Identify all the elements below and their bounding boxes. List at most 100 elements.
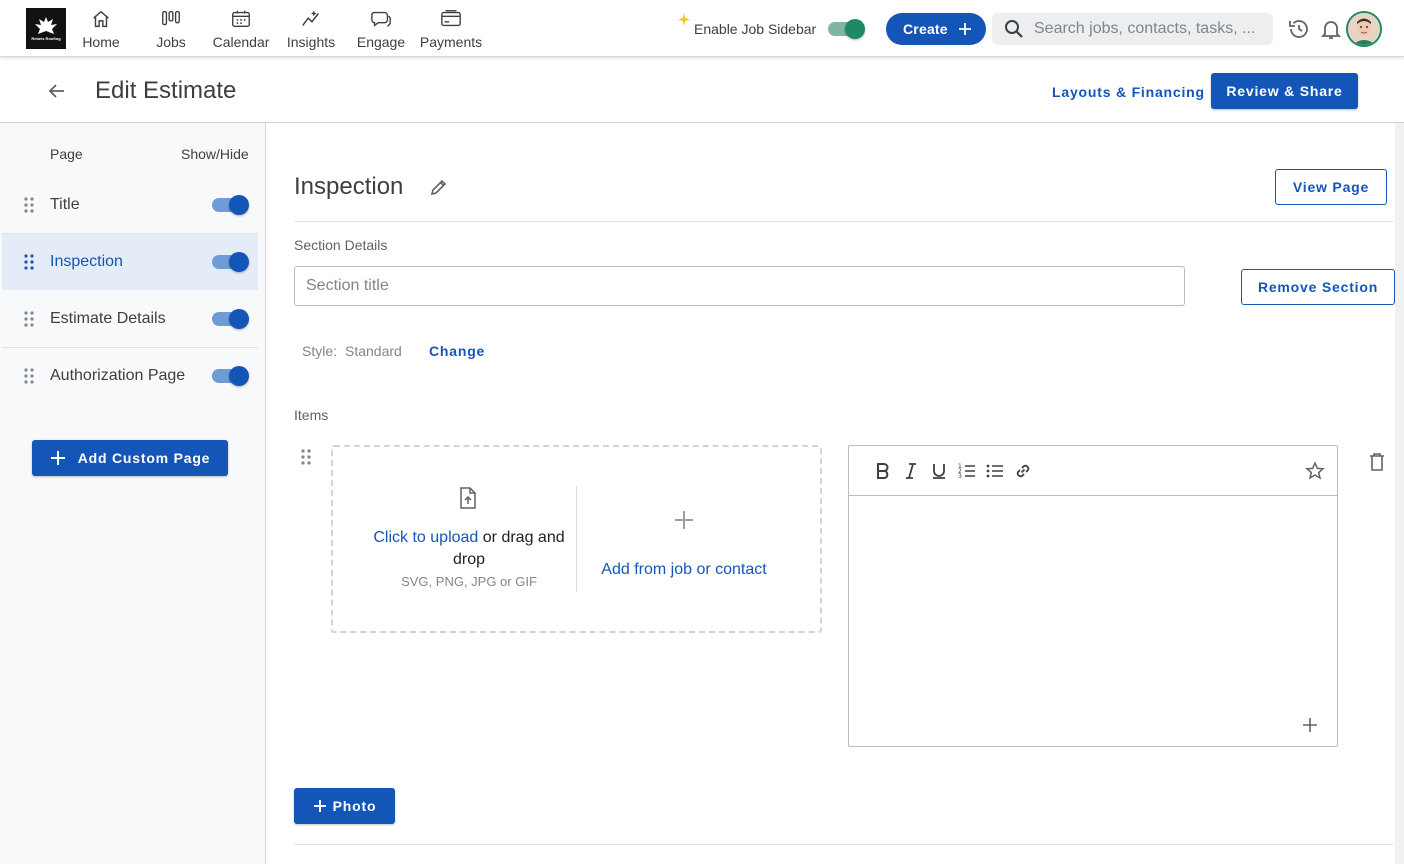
click-to-upload-link[interactable]: Click to upload bbox=[373, 529, 478, 546]
nav-jobs[interactable]: Jobs bbox=[152, 8, 190, 52]
page-row-label: Authorization Page bbox=[50, 367, 186, 384]
company-logo[interactable]: Rebels Roofing bbox=[26, 8, 66, 49]
page-row-label: Inspection bbox=[50, 253, 123, 270]
toggle-knob bbox=[229, 252, 249, 272]
add-photo-button[interactable]: Photo bbox=[294, 788, 395, 824]
section-title-input[interactable] bbox=[294, 266, 1185, 306]
page-row-label: Title bbox=[50, 196, 80, 213]
drag-handle-icon[interactable] bbox=[24, 311, 34, 327]
numbered-list-icon[interactable]: 123 bbox=[958, 462, 976, 480]
trash-icon[interactable] bbox=[1368, 452, 1386, 472]
page-row-label: Estimate Details bbox=[50, 310, 166, 327]
upload-instructions-text: drop bbox=[452, 551, 486, 568]
page-column-header: Page bbox=[50, 146, 83, 162]
upload-instructions-text: or drag and bbox=[478, 529, 565, 546]
section-title: Inspection bbox=[294, 173, 404, 200]
job-sidebar-label: Enable Job Sidebar bbox=[694, 21, 817, 37]
calendar-icon bbox=[232, 10, 250, 28]
create-label: Create bbox=[903, 21, 948, 37]
layouts-financing-button[interactable]: Layouts & Financing bbox=[1052, 84, 1205, 100]
plus-icon[interactable] bbox=[673, 509, 695, 531]
add-custom-page-label: Add Custom Page bbox=[77, 450, 211, 466]
page-row-authorization[interactable]: Authorization Page bbox=[2, 348, 258, 404]
view-page-button[interactable]: View Page bbox=[1275, 169, 1387, 205]
divider bbox=[294, 844, 1394, 845]
show-hide-column-header: Show/Hide bbox=[181, 146, 249, 162]
style-value: Standard bbox=[345, 343, 402, 359]
bullet-list-icon[interactable] bbox=[986, 462, 1004, 480]
history-icon[interactable] bbox=[1287, 17, 1311, 41]
user-avatar[interactable] bbox=[1346, 11, 1382, 47]
sparkle-icon bbox=[678, 13, 690, 26]
nav-insights-label: Insights bbox=[286, 34, 336, 50]
avatar-face-icon bbox=[1348, 13, 1380, 45]
toggle-knob bbox=[845, 19, 865, 39]
page-visibility-toggle[interactable] bbox=[210, 309, 250, 329]
nav-payments[interactable]: Payments bbox=[418, 8, 484, 52]
page-visibility-toggle[interactable] bbox=[210, 366, 250, 386]
page-visibility-toggle[interactable] bbox=[210, 195, 250, 215]
drag-handle-icon[interactable] bbox=[24, 197, 34, 213]
add-photo-label: Photo bbox=[332, 798, 377, 814]
plus-icon[interactable] bbox=[1302, 717, 1318, 733]
toggle-knob bbox=[229, 309, 249, 329]
plus-icon bbox=[958, 23, 971, 35]
bold-icon[interactable] bbox=[875, 462, 891, 480]
page-title: Edit Estimate bbox=[95, 77, 237, 104]
engage-icon bbox=[371, 11, 391, 27]
drag-handle-icon[interactable] bbox=[24, 368, 34, 384]
page-row-title[interactable]: Title bbox=[2, 177, 258, 233]
payments-icon bbox=[441, 10, 461, 27]
nav-jobs-label: Jobs bbox=[156, 34, 186, 50]
nav-home-label: Home bbox=[82, 34, 120, 50]
logo-text: Rebels Roofing bbox=[31, 36, 61, 41]
page-row-inspection[interactable]: Inspection bbox=[2, 234, 258, 290]
search-icon bbox=[1005, 20, 1023, 38]
star-icon[interactable] bbox=[1305, 461, 1325, 481]
underline-icon[interactable] bbox=[931, 462, 947, 480]
plus-icon bbox=[313, 800, 326, 812]
page-row-estimate-details[interactable]: Estimate Details bbox=[2, 291, 258, 347]
create-button[interactable]: Create bbox=[886, 13, 986, 45]
toggle-knob bbox=[229, 195, 249, 215]
nav-home[interactable]: Home bbox=[82, 8, 120, 52]
nav-calendar-label: Calendar bbox=[212, 34, 270, 50]
change-style-button[interactable]: Change bbox=[429, 343, 485, 359]
job-sidebar-toggle[interactable] bbox=[826, 19, 866, 39]
home-icon bbox=[93, 10, 109, 28]
main-scrollbar[interactable] bbox=[1395, 123, 1404, 864]
drag-handle-icon[interactable] bbox=[301, 449, 311, 465]
divider bbox=[576, 486, 577, 592]
upload-formats: SVG, PNG, JPG or GIF bbox=[401, 574, 537, 589]
pencil-icon[interactable] bbox=[429, 177, 449, 197]
add-from-job-contact-link[interactable]: Add from job or contact bbox=[590, 561, 778, 579]
italic-icon[interactable] bbox=[904, 462, 918, 480]
section-details-label: Section Details bbox=[294, 237, 388, 253]
nav-engage-label: Engage bbox=[356, 34, 406, 50]
nav-payments-label: Payments bbox=[419, 34, 483, 50]
global-search[interactable]: Search jobs, contacts, tasks, ... bbox=[992, 13, 1273, 45]
rich-text-editor[interactable]: 123 bbox=[848, 445, 1338, 747]
top-nav: Rebels Roofing Home Jobs Calendar Insigh… bbox=[0, 0, 1404, 57]
nav-calendar[interactable]: Calendar bbox=[212, 8, 270, 52]
svg-text:3: 3 bbox=[958, 473, 962, 480]
link-icon[interactable] bbox=[1014, 462, 1032, 480]
nav-insights[interactable]: Insights bbox=[284, 8, 338, 52]
add-custom-page-button[interactable]: Add Custom Page bbox=[32, 440, 228, 476]
search-input[interactable]: Search jobs, contacts, tasks, ... bbox=[1034, 20, 1259, 38]
rebel-emblem-icon bbox=[35, 17, 57, 34]
jobs-icon bbox=[162, 10, 180, 26]
toggle-knob bbox=[229, 366, 249, 386]
drag-handle-icon[interactable] bbox=[24, 254, 34, 270]
remove-section-button[interactable]: Remove Section bbox=[1241, 269, 1395, 305]
plus-icon bbox=[50, 451, 65, 465]
page-visibility-toggle[interactable] bbox=[210, 252, 250, 272]
bell-icon[interactable] bbox=[1320, 17, 1342, 41]
items-label: Items bbox=[294, 407, 329, 423]
divider bbox=[294, 221, 1394, 222]
editor-toolbar: 123 bbox=[849, 446, 1337, 496]
review-share-button[interactable]: Review & Share bbox=[1211, 73, 1358, 109]
upload-instructions: Click to upload or drag and drop bbox=[351, 527, 587, 571]
back-arrow-icon[interactable] bbox=[46, 80, 68, 102]
nav-engage[interactable]: Engage bbox=[355, 8, 407, 52]
